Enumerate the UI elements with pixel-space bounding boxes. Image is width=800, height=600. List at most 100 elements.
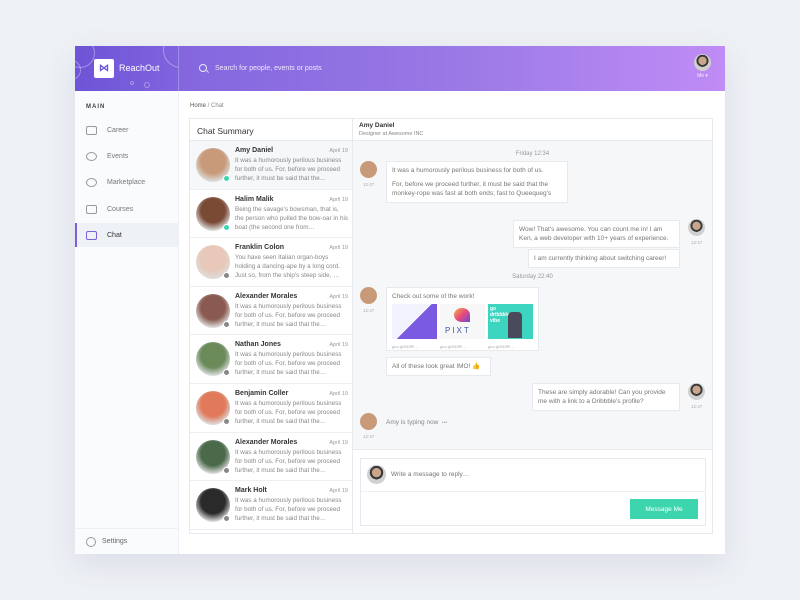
attachment-thumbnail[interactable]: PIXT <box>440 304 485 339</box>
attachment-caption[interactable]: goo.gl/345Pl… <box>392 342 418 351</box>
typing-text: Amy is typing now <box>386 419 439 426</box>
divider <box>361 491 705 492</box>
briefcase-icon <box>86 125 97 135</box>
app-window: ⋈ ReachOut Search for people, events or … <box>75 46 725 554</box>
status-dot <box>223 223 230 231</box>
chat-list-item[interactable]: Amy Daniel April 19 It was a humorously pe… <box>190 141 352 190</box>
thumbnail-graphic <box>454 308 470 322</box>
logo-icon: ⋈ <box>94 59 114 78</box>
message-text: It was a humorously perilous business fo… <box>392 167 544 174</box>
sidebar-item-courses[interactable]: Courses <box>75 197 178 221</box>
user-menu-label[interactable]: Me ▾ <box>697 73 708 79</box>
sidebar: MAIN Career Events Marketplace Courses C… <box>75 91 179 554</box>
attachment-caption[interactable]: goo.gl/345Pl… <box>440 342 466 351</box>
contact-name: Amy Daniel <box>359 122 395 129</box>
attachment-caption[interactable]: goo.gl/345Pl… <box>488 342 514 351</box>
avatar <box>367 465 386 484</box>
chat-list: Chat Summary Amy Daniel April 19 It was a … <box>190 119 353 533</box>
decor-circle <box>163 46 178 68</box>
conversation: Amy Daniel Designer at Awesome INC Frida… <box>353 119 712 533</box>
search-icon <box>199 64 207 72</box>
typing-indicator: Amy is typing now ••• <box>386 419 447 426</box>
users-icon <box>86 151 97 161</box>
avatar <box>360 287 377 304</box>
message-snippet: Being the savage's bowsman, that is, the… <box>235 205 349 231</box>
avatar <box>688 219 705 236</box>
message-snippet: You have seen Italian organ-boys holding… <box>235 254 341 280</box>
message-bubble: I am currently thinking about switching … <box>528 249 680 268</box>
avatar[interactable] <box>694 54 711 71</box>
message-text: For, before we proceed further, it must … <box>392 181 552 197</box>
sidebar-item-label: Career <box>107 126 129 134</box>
avatar <box>688 383 705 400</box>
message-time: 12:47 <box>363 182 375 187</box>
settings-label: Settings <box>102 538 128 545</box>
contact-name: Halim Malik <box>235 195 274 203</box>
contact-name: Franklin Colon <box>235 244 284 252</box>
sidebar-item-label: Chat <box>107 231 122 239</box>
message-snippet: It was a humorously perilous business fo… <box>235 497 342 523</box>
user-menu[interactable]: Me ▾ <box>694 54 711 79</box>
attachment-message: Check out some of the work! PIXT go drib… <box>386 287 539 351</box>
contact-name: Alexander Morales <box>235 292 298 300</box>
top-bar: ⋈ ReachOut Search for people, events or … <box>75 46 725 91</box>
message-bubble: These are simply adorable! Can you provi… <box>532 383 680 411</box>
sidebar-item-events[interactable]: Events <box>75 144 178 168</box>
status-dot <box>223 369 230 377</box>
chat-list-item[interactable]: Benjamin Coller April 19 It was a humorous… <box>190 384 352 433</box>
sidebar-item-label: Courses <box>107 205 134 213</box>
message-date: April 19 <box>329 148 348 154</box>
composer: Message Me <box>353 449 712 533</box>
status-dot <box>223 320 230 328</box>
brand[interactable]: ⋈ ReachOut <box>75 46 179 91</box>
message-bubble: Wow! That's awesome. You can count me in… <box>513 220 680 248</box>
reply-input[interactable] <box>391 471 681 478</box>
status-dot <box>223 175 230 182</box>
breadcrumb-home[interactable]: Home <box>190 103 206 109</box>
contact-name: Amy Daniel <box>235 147 274 154</box>
message-snippet: It was a humorously perilous business fo… <box>235 399 342 425</box>
status-dot <box>223 515 230 523</box>
message-time: 12:47 <box>691 404 703 409</box>
typing-dots: ••• <box>442 420 448 426</box>
sidebar-item-chat[interactable]: Chat <box>75 223 178 247</box>
chat-list-item[interactable]: Mark Holt April 19 It was a humorously per… <box>190 481 352 530</box>
message-time: 12:47 <box>363 308 375 313</box>
message-me-button[interactable]: Message Me <box>630 499 698 519</box>
book-icon <box>86 204 97 214</box>
message-date: April 19 <box>329 293 348 300</box>
sidebar-item-marketplace[interactable]: Marketplace <box>75 170 178 194</box>
thumbnail-label: PIXT <box>445 326 471 335</box>
chat-list-item[interactable]: Nathan Jones April 19 It was a humorously … <box>190 335 352 384</box>
avatar <box>360 161 377 178</box>
contact-role: Designer at Awesome INC <box>359 131 424 137</box>
message-snippet: It was a humorously perilous business fo… <box>235 302 342 328</box>
contact-name: Mark Holt <box>235 487 267 495</box>
message-time: 12:47 <box>363 434 375 439</box>
chat-list-item[interactable]: Halim Malik April 19 Being the savage's bo… <box>190 190 352 239</box>
attachment-thumbnail[interactable]: go dribbble vibe <box>488 304 533 339</box>
sidebar-item-career[interactable]: Career <box>75 118 178 142</box>
message-text: Wow! That's awesome. You can count me in… <box>519 226 669 242</box>
message-date: April 19 <box>329 342 348 349</box>
status-dot <box>223 417 230 425</box>
chat-icon <box>86 230 97 240</box>
chat-list-item[interactable]: Franklin Colon April 19 You have seen Ital… <box>190 238 352 287</box>
sidebar-item-settings[interactable]: Settings <box>75 528 178 554</box>
message-date: April 19 <box>329 488 348 495</box>
date-stamp: Saturday 22:40 <box>512 274 553 280</box>
message-date: April 19 <box>329 196 348 203</box>
contact-name: Alexander Morales <box>235 438 298 446</box>
thumbnail-graphic <box>508 312 522 338</box>
search-input[interactable]: Search for people, events or posts <box>215 65 322 72</box>
status-dot <box>223 272 230 280</box>
chat-list-item[interactable]: Alexander Morales April 19 It was a humoro… <box>190 287 352 336</box>
conversation-header: Amy Daniel Designer at Awesome INC <box>353 119 712 141</box>
sidebar-item-label: Events <box>107 152 129 160</box>
message-text: All of these look great IMO! 👍 <box>392 363 481 370</box>
contact-name: Benjamin Coller <box>235 389 289 397</box>
attachment-thumbnail[interactable] <box>392 304 437 339</box>
chat-list-item[interactable]: Alexander Morales April 19 It was a humoro… <box>190 433 352 482</box>
search-bar[interactable]: Search for people, events or posts <box>199 64 322 72</box>
message-date: April 19 <box>329 439 348 446</box>
